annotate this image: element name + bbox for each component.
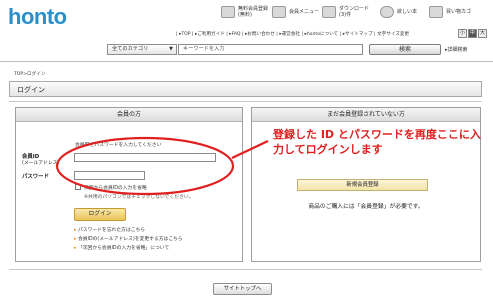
annotation-pointer-line [231,140,269,159]
highlight-ellipse [55,136,235,196]
annotation-text: 登録した ID とパスワードを再度ここに入力してログインします [273,128,481,156]
